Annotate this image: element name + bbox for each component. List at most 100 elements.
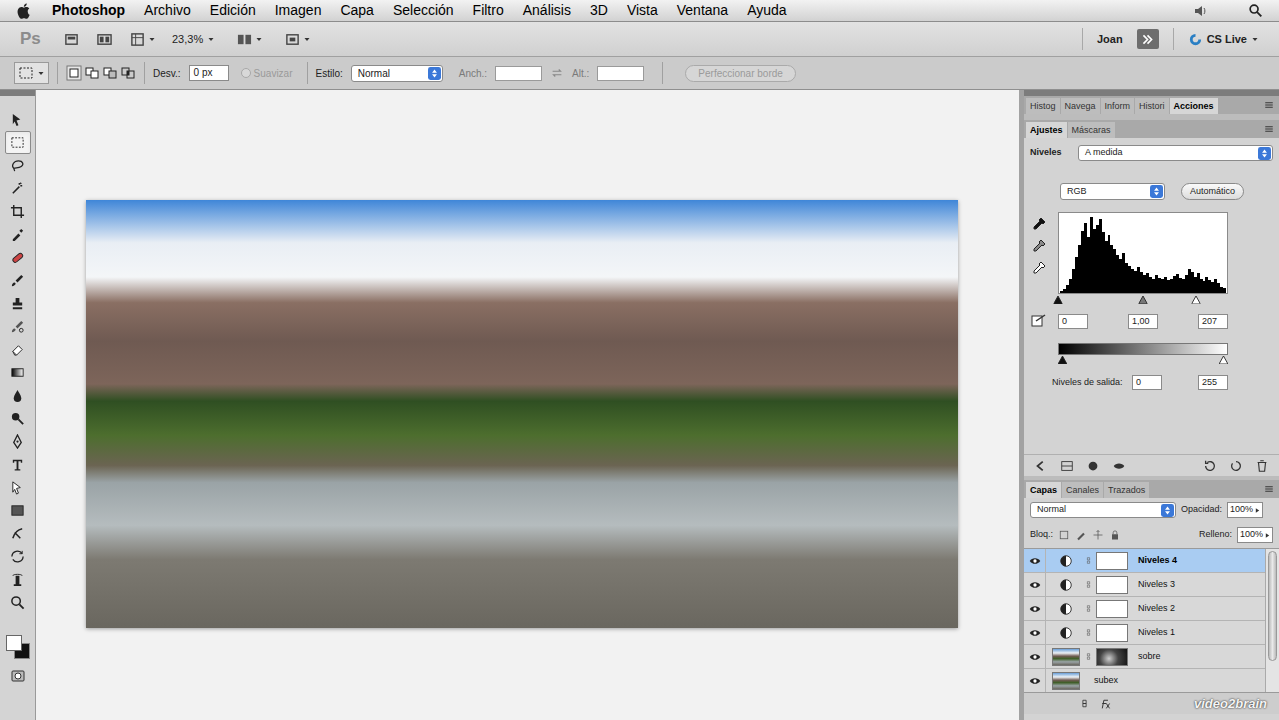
link-layers-icon[interactable] — [1078, 697, 1091, 710]
dropdown-arrow-icon[interactable] — [255, 35, 263, 43]
panel-menu-icon[interactable] — [1263, 123, 1275, 135]
layer-row[interactable]: Niveles 3 — [1024, 573, 1265, 597]
menu-item[interactable]: Vista — [627, 0, 658, 21]
layer-name[interactable]: subex — [1094, 674, 1118, 688]
tool-button[interactable] — [5, 545, 31, 568]
swap-icon[interactable] — [550, 66, 564, 80]
quick-mask-icon[interactable] — [10, 668, 26, 684]
trash-icon[interactable] — [1255, 459, 1269, 473]
scroll-thumb[interactable] — [1268, 551, 1277, 661]
tool-button[interactable] — [5, 200, 31, 223]
lock-pixels-icon[interactable] — [1075, 529, 1087, 541]
menu-item[interactable]: Imagen — [275, 0, 322, 21]
add-selection-icon[interactable] — [84, 65, 100, 81]
layer-name[interactable]: Niveles 2 — [1138, 602, 1175, 616]
tool-button[interactable] — [5, 292, 31, 315]
output-slider[interactable] — [1058, 356, 1067, 364]
menu-item[interactable]: 3D — [590, 0, 608, 21]
blend-mode-value[interactable]: Normal — [1037, 503, 1066, 517]
volume-icon[interactable] — [1193, 3, 1209, 19]
auto-button[interactable]: Automático — [1181, 183, 1244, 200]
tool-button[interactable] — [5, 407, 31, 430]
menu-item[interactable]: Análisis — [523, 0, 571, 21]
dropdown-arrow-icon[interactable] — [207, 35, 215, 43]
tool-button[interactable] — [5, 568, 31, 591]
zoom-level[interactable]: 23,3% — [172, 31, 203, 48]
tool-button[interactable] — [5, 177, 31, 200]
dropdown-arrow-icon[interactable] — [37, 69, 45, 77]
fill-value[interactable]: 100% — [1240, 528, 1263, 542]
panel-tab[interactable]: Inform — [1101, 98, 1135, 114]
lock-all-icon[interactable] — [1109, 529, 1121, 541]
tool-button[interactable] — [5, 591, 31, 614]
tool-preset-picker[interactable] — [14, 62, 49, 84]
panel-tab[interactable]: Ajustes — [1026, 122, 1067, 138]
eyedropper-icon[interactable] — [1030, 262, 1048, 278]
apple-logo-icon[interactable] — [16, 2, 33, 19]
layer-row[interactable]: Niveles 4 — [1024, 549, 1265, 573]
panel-menu-icon[interactable] — [1263, 99, 1275, 111]
input-level-field[interactable]: 0 — [1058, 314, 1088, 329]
screen-mode-menu[interactable] — [285, 32, 311, 47]
tool-button[interactable] — [5, 384, 31, 407]
bridge-icon[interactable] — [64, 32, 79, 47]
workspace-name[interactable]: Joan — [1097, 31, 1123, 48]
visibility-toggle[interactable] — [1024, 621, 1046, 644]
previous-state-icon[interactable] — [1229, 459, 1243, 473]
opacity-value[interactable]: 100% — [1230, 503, 1253, 517]
panel-tab[interactable]: Histori — [1135, 98, 1169, 114]
output-slider[interactable] — [1219, 356, 1228, 364]
layers-scrollbar[interactable] — [1265, 549, 1279, 692]
select-arrows-icon[interactable] — [1258, 147, 1271, 160]
channel-select[interactable]: RGB — [1060, 183, 1165, 200]
panel-menu-icon[interactable] — [1263, 483, 1275, 495]
select-arrows-icon[interactable] — [1161, 504, 1174, 517]
input-level-field[interactable]: 207 — [1198, 314, 1228, 329]
eyedropper-icon[interactable] — [1030, 240, 1048, 256]
clip-layer-icon[interactable] — [1086, 459, 1100, 473]
blend-mode-select[interactable]: Normal — [1030, 502, 1176, 518]
output-level-field[interactable]: 255 — [1198, 375, 1228, 390]
screen-mode-icon[interactable] — [285, 32, 300, 47]
tool-button[interactable] — [5, 499, 31, 522]
input-slider[interactable] — [1054, 296, 1063, 304]
preset-select[interactable]: A medida — [1078, 145, 1273, 161]
layer-row[interactable]: sobre — [1024, 645, 1265, 669]
channel-value[interactable]: RGB — [1067, 185, 1087, 199]
cs-live-label[interactable]: CS Live — [1207, 31, 1247, 48]
menu-item[interactable]: Ventana — [677, 0, 728, 21]
extras-menu[interactable] — [130, 32, 156, 47]
panel-tab[interactable]: Trazados — [1104, 482, 1149, 498]
visibility-toggle[interactable] — [1024, 549, 1046, 572]
tool-button[interactable] — [5, 338, 31, 361]
input-slider[interactable] — [1192, 296, 1201, 304]
layer-row[interactable]: subex — [1024, 669, 1265, 692]
dropdown-arrow-icon[interactable] — [303, 35, 311, 43]
tool-button[interactable] — [5, 154, 31, 177]
layer-name[interactable]: sobre — [1138, 650, 1161, 664]
layer-row[interactable]: Niveles 1 — [1024, 621, 1265, 645]
style-value[interactable]: Normal — [358, 66, 390, 81]
menu-item[interactable]: Filtro — [473, 0, 504, 21]
tool-button[interactable] — [5, 361, 31, 384]
panel-tab[interactable]: Acciones — [1170, 98, 1218, 114]
visibility-toggle[interactable] — [1024, 573, 1046, 596]
visibility-icon[interactable] — [1112, 459, 1126, 473]
panel-tab[interactable]: Navega — [1061, 98, 1100, 114]
opacity-field[interactable]: 100% — [1227, 502, 1263, 518]
menu-item[interactable]: Capa — [340, 0, 373, 21]
panel-tab[interactable]: Capas — [1026, 482, 1061, 498]
layer-row[interactable]: Niveles 2 — [1024, 597, 1265, 621]
style-select[interactable]: Normal — [351, 65, 443, 82]
tool-button[interactable] — [5, 246, 31, 269]
cs-live-menu[interactable]: CS Live — [1188, 31, 1259, 48]
workspace-switcher-button[interactable] — [1137, 29, 1159, 49]
tool-button[interactable] — [5, 453, 31, 476]
intersect-selection-icon[interactable] — [120, 65, 136, 81]
tool-button[interactable] — [5, 108, 31, 131]
menu-item[interactable]: Edición — [210, 0, 256, 21]
select-arrows-icon[interactable] — [1150, 185, 1163, 198]
subtract-selection-icon[interactable] — [102, 65, 118, 81]
arrange-menu[interactable] — [237, 32, 263, 47]
width-field[interactable] — [495, 66, 542, 81]
